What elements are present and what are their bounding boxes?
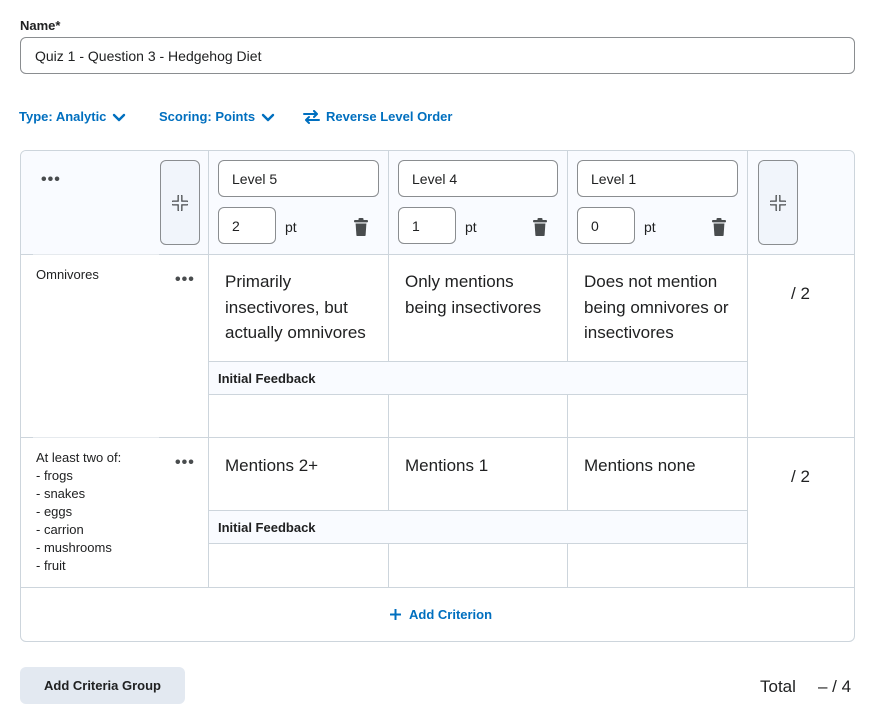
trash-icon[interactable] xyxy=(354,218,368,236)
plus-icon xyxy=(770,194,786,211)
type-label: Type: Analytic xyxy=(19,109,107,124)
initial-feedback-label: Initial Feedback xyxy=(218,520,316,535)
plus-icon xyxy=(172,194,188,211)
criterion-name[interactable]: Omnivores xyxy=(36,266,161,284)
level-name-input[interactable] xyxy=(577,160,738,197)
feedback-cell[interactable] xyxy=(209,544,388,587)
scoring-dropdown[interactable]: Scoring: Points xyxy=(159,109,275,124)
trash-icon[interactable] xyxy=(533,218,547,236)
swap-arrows-icon xyxy=(303,109,320,124)
add-criterion-button[interactable]: Add Criterion xyxy=(390,607,492,622)
initial-feedback-label: Initial Feedback xyxy=(218,371,316,386)
level-points-input[interactable] xyxy=(218,207,276,244)
trash-icon[interactable] xyxy=(712,218,726,236)
add-level-right-button[interactable] xyxy=(758,160,798,245)
rubric-name-input[interactable] xyxy=(20,37,855,74)
level-points-input[interactable] xyxy=(577,207,635,244)
add-criteria-group-button[interactable]: Add Criteria Group xyxy=(20,667,185,704)
level-description[interactable]: Does not mention being omnivores or inse… xyxy=(584,269,736,346)
plus-icon xyxy=(390,609,401,620)
feedback-cell[interactable] xyxy=(389,395,567,437)
scoring-label: Scoring: Points xyxy=(159,109,256,124)
criterion-name[interactable]: At least two of: - frogs - snakes - eggs… xyxy=(36,449,161,575)
level-description[interactable]: Mentions 2+ xyxy=(225,453,380,479)
add-criterion-label: Add Criterion xyxy=(409,607,493,622)
level-description[interactable]: Mentions none xyxy=(584,453,736,479)
criterion-points: / 2 xyxy=(791,467,810,486)
level-points-input[interactable] xyxy=(398,207,456,244)
total-label: Total xyxy=(760,677,796,696)
feedback-cell[interactable] xyxy=(568,544,747,587)
add-level-left-button[interactable] xyxy=(160,160,200,245)
level-description[interactable]: Only mentions being insectivores xyxy=(405,269,555,320)
feedback-cell[interactable] xyxy=(568,395,747,437)
name-label: Name* xyxy=(20,18,61,33)
feedback-cell[interactable] xyxy=(209,395,388,437)
chevron-down-icon xyxy=(113,113,126,121)
reverse-level-order-button[interactable]: Reverse Level Order xyxy=(303,109,452,124)
reverse-label: Reverse Level Order xyxy=(326,109,453,124)
criterion-options-button[interactable]: ••• xyxy=(175,455,195,471)
criterion-options-button[interactable]: ••• xyxy=(175,272,195,288)
level-description[interactable]: Primarily insectivores, but actually omn… xyxy=(225,269,380,346)
rubric-grid: ••• pt pt pt Omnivores ••• Primarily ins… xyxy=(20,150,855,642)
level-name-input[interactable] xyxy=(398,160,558,197)
header-options-button[interactable]: ••• xyxy=(41,172,61,188)
points-unit-label: pt xyxy=(644,219,656,235)
level-name-input[interactable] xyxy=(218,160,379,197)
total-value: – / 4 xyxy=(818,677,852,696)
type-dropdown[interactable]: Type: Analytic xyxy=(19,109,126,124)
feedback-cell[interactable] xyxy=(389,544,567,587)
criterion-points: / 2 xyxy=(791,284,810,303)
level-description[interactable]: Mentions 1 xyxy=(405,453,555,479)
points-unit-label: pt xyxy=(285,219,297,235)
points-unit-label: pt xyxy=(465,219,477,235)
chevron-down-icon xyxy=(261,113,275,121)
